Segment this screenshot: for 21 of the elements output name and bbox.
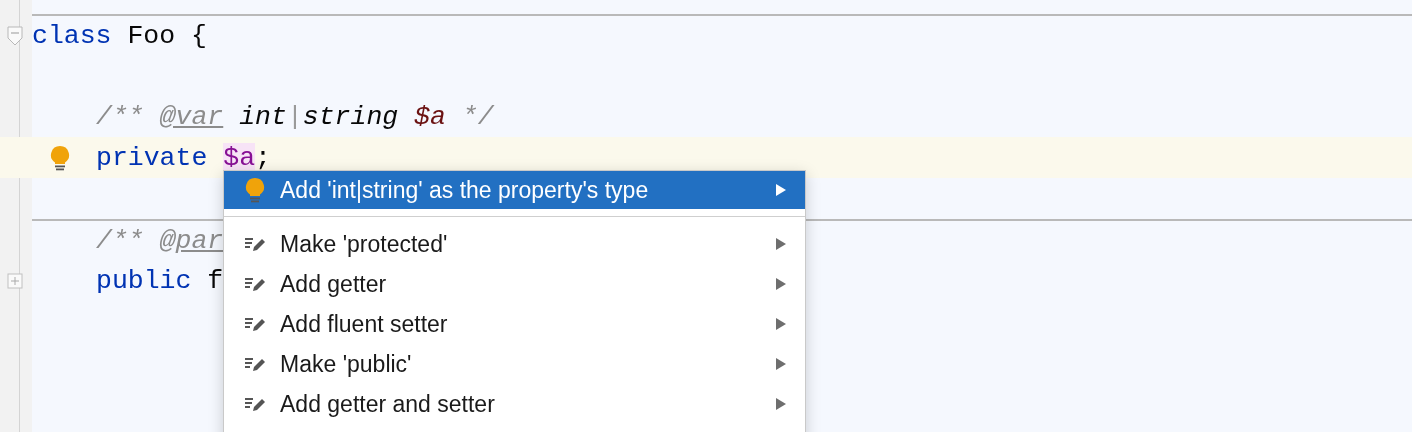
submenu-arrow-icon (775, 397, 787, 411)
code-line: /** @var int|string $a */ (95, 101, 494, 132)
code-line: class Foo { (32, 20, 207, 51)
code-line: public f (95, 265, 224, 296)
submenu-arrow-icon (775, 317, 787, 331)
lightbulb-icon[interactable] (50, 144, 70, 171)
code-line: private $a; (95, 142, 271, 173)
menu-item[interactable]: Add fluent setter (224, 304, 805, 344)
code-line: /** @par (95, 225, 224, 256)
menu-item[interactable]: Add getter (224, 264, 805, 304)
submenu-arrow-icon (775, 183, 787, 197)
fold-icon[interactable] (7, 25, 23, 46)
menu-item[interactable]: Add getter and setter (224, 384, 805, 424)
submenu-arrow-icon (775, 277, 787, 291)
menu-item[interactable]: Make 'protected' (224, 224, 805, 264)
menu-item[interactable]: Add 'int|string' as the property's type (224, 171, 805, 209)
submenu-arrow-icon (775, 237, 787, 251)
expand-icon[interactable] (7, 272, 23, 289)
menu-item[interactable]: Make 'public' (224, 344, 805, 384)
lightbulb-icon (244, 177, 266, 203)
submenu-arrow-icon (775, 357, 787, 371)
